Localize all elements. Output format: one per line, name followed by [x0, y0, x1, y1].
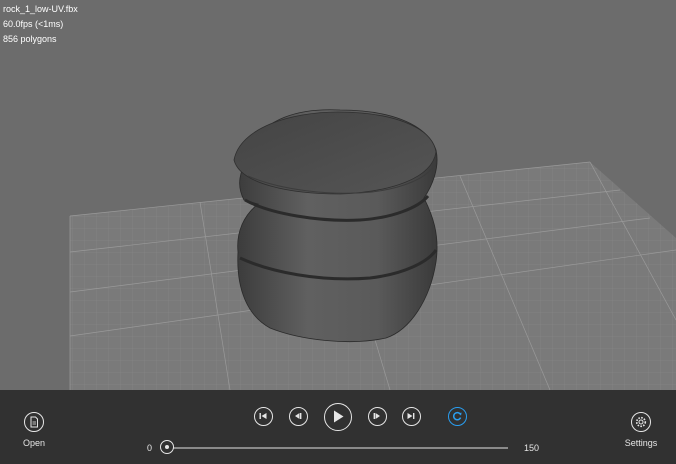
settings-button[interactable]: Settings	[611, 412, 671, 458]
step-back-button[interactable]	[289, 407, 308, 426]
fps-label: 60.0fps (<1ms)	[3, 19, 64, 29]
play-icon	[334, 410, 344, 423]
step-forward-button[interactable]	[368, 407, 387, 426]
skip-to-end-button[interactable]	[402, 407, 421, 426]
open-label: Open	[22, 438, 46, 448]
step-forward-icon	[373, 413, 380, 419]
timeline-thumb[interactable]	[160, 440, 174, 454]
viewport-info: rock_1_low-UV.fbx 60.0fps (<1ms) 856 pol…	[3, 2, 78, 47]
timeline-min-label: 0	[147, 443, 153, 453]
gear-icon	[631, 412, 651, 432]
play-button[interactable]	[324, 403, 352, 431]
loop-button[interactable]	[448, 407, 467, 426]
step-back-icon	[295, 413, 302, 419]
document-icon	[24, 412, 44, 432]
3d-viewport[interactable]: rock_1_low-UV.fbx 60.0fps (<1ms) 856 pol…	[0, 0, 676, 390]
timeline-track[interactable]	[167, 447, 508, 449]
playback-toolbar: Open 0 150 Settings	[0, 390, 676, 464]
open-button[interactable]: Open	[4, 412, 64, 458]
loop-icon	[452, 411, 462, 421]
skip-to-start-icon	[259, 413, 267, 419]
settings-label: Settings	[624, 438, 658, 448]
timeline-max-label: 150	[524, 443, 540, 453]
skip-to-start-button[interactable]	[254, 407, 273, 426]
rock-model[interactable]	[233, 109, 438, 342]
scene-canvas[interactable]	[0, 0, 676, 390]
filename-label: rock_1_low-UV.fbx	[3, 4, 78, 14]
skip-to-end-icon	[407, 413, 415, 419]
polygon-count-label: 856 polygons	[3, 34, 57, 44]
